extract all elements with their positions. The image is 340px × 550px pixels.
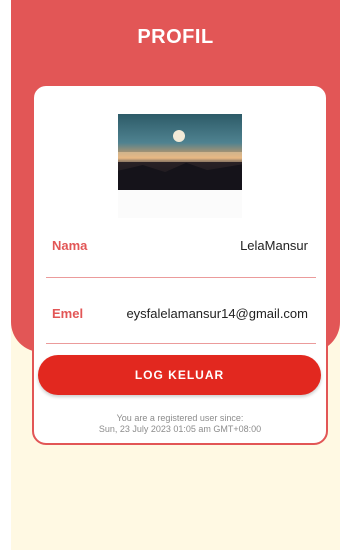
page-title: PROFIL: [137, 26, 214, 48]
logout-button[interactable]: LOG KELUAR: [38, 355, 321, 395]
name-value: LelaMansur: [240, 238, 308, 253]
email-divider: [46, 343, 316, 344]
mountain-ridge: [118, 162, 242, 190]
name-divider: [46, 277, 316, 278]
name-label: Nama: [52, 238, 88, 253]
email-value: eysfalelamansur14@gmail.com: [126, 306, 308, 321]
email-label: Emel: [52, 306, 84, 321]
photo-base: [118, 190, 242, 218]
registration-note-line1: You are a registered user since:: [116, 413, 244, 423]
registration-date: Sun, 23 July 2023 01:05 am GMT+08:00: [98, 424, 262, 434]
registration-note: You are a registered user since: Sun, 23…: [32, 413, 328, 435]
left-edge-strip: [0, 0, 11, 550]
moon-icon: [173, 130, 185, 142]
profile-photo: [118, 114, 242, 190]
photo-mist: [118, 152, 242, 162]
